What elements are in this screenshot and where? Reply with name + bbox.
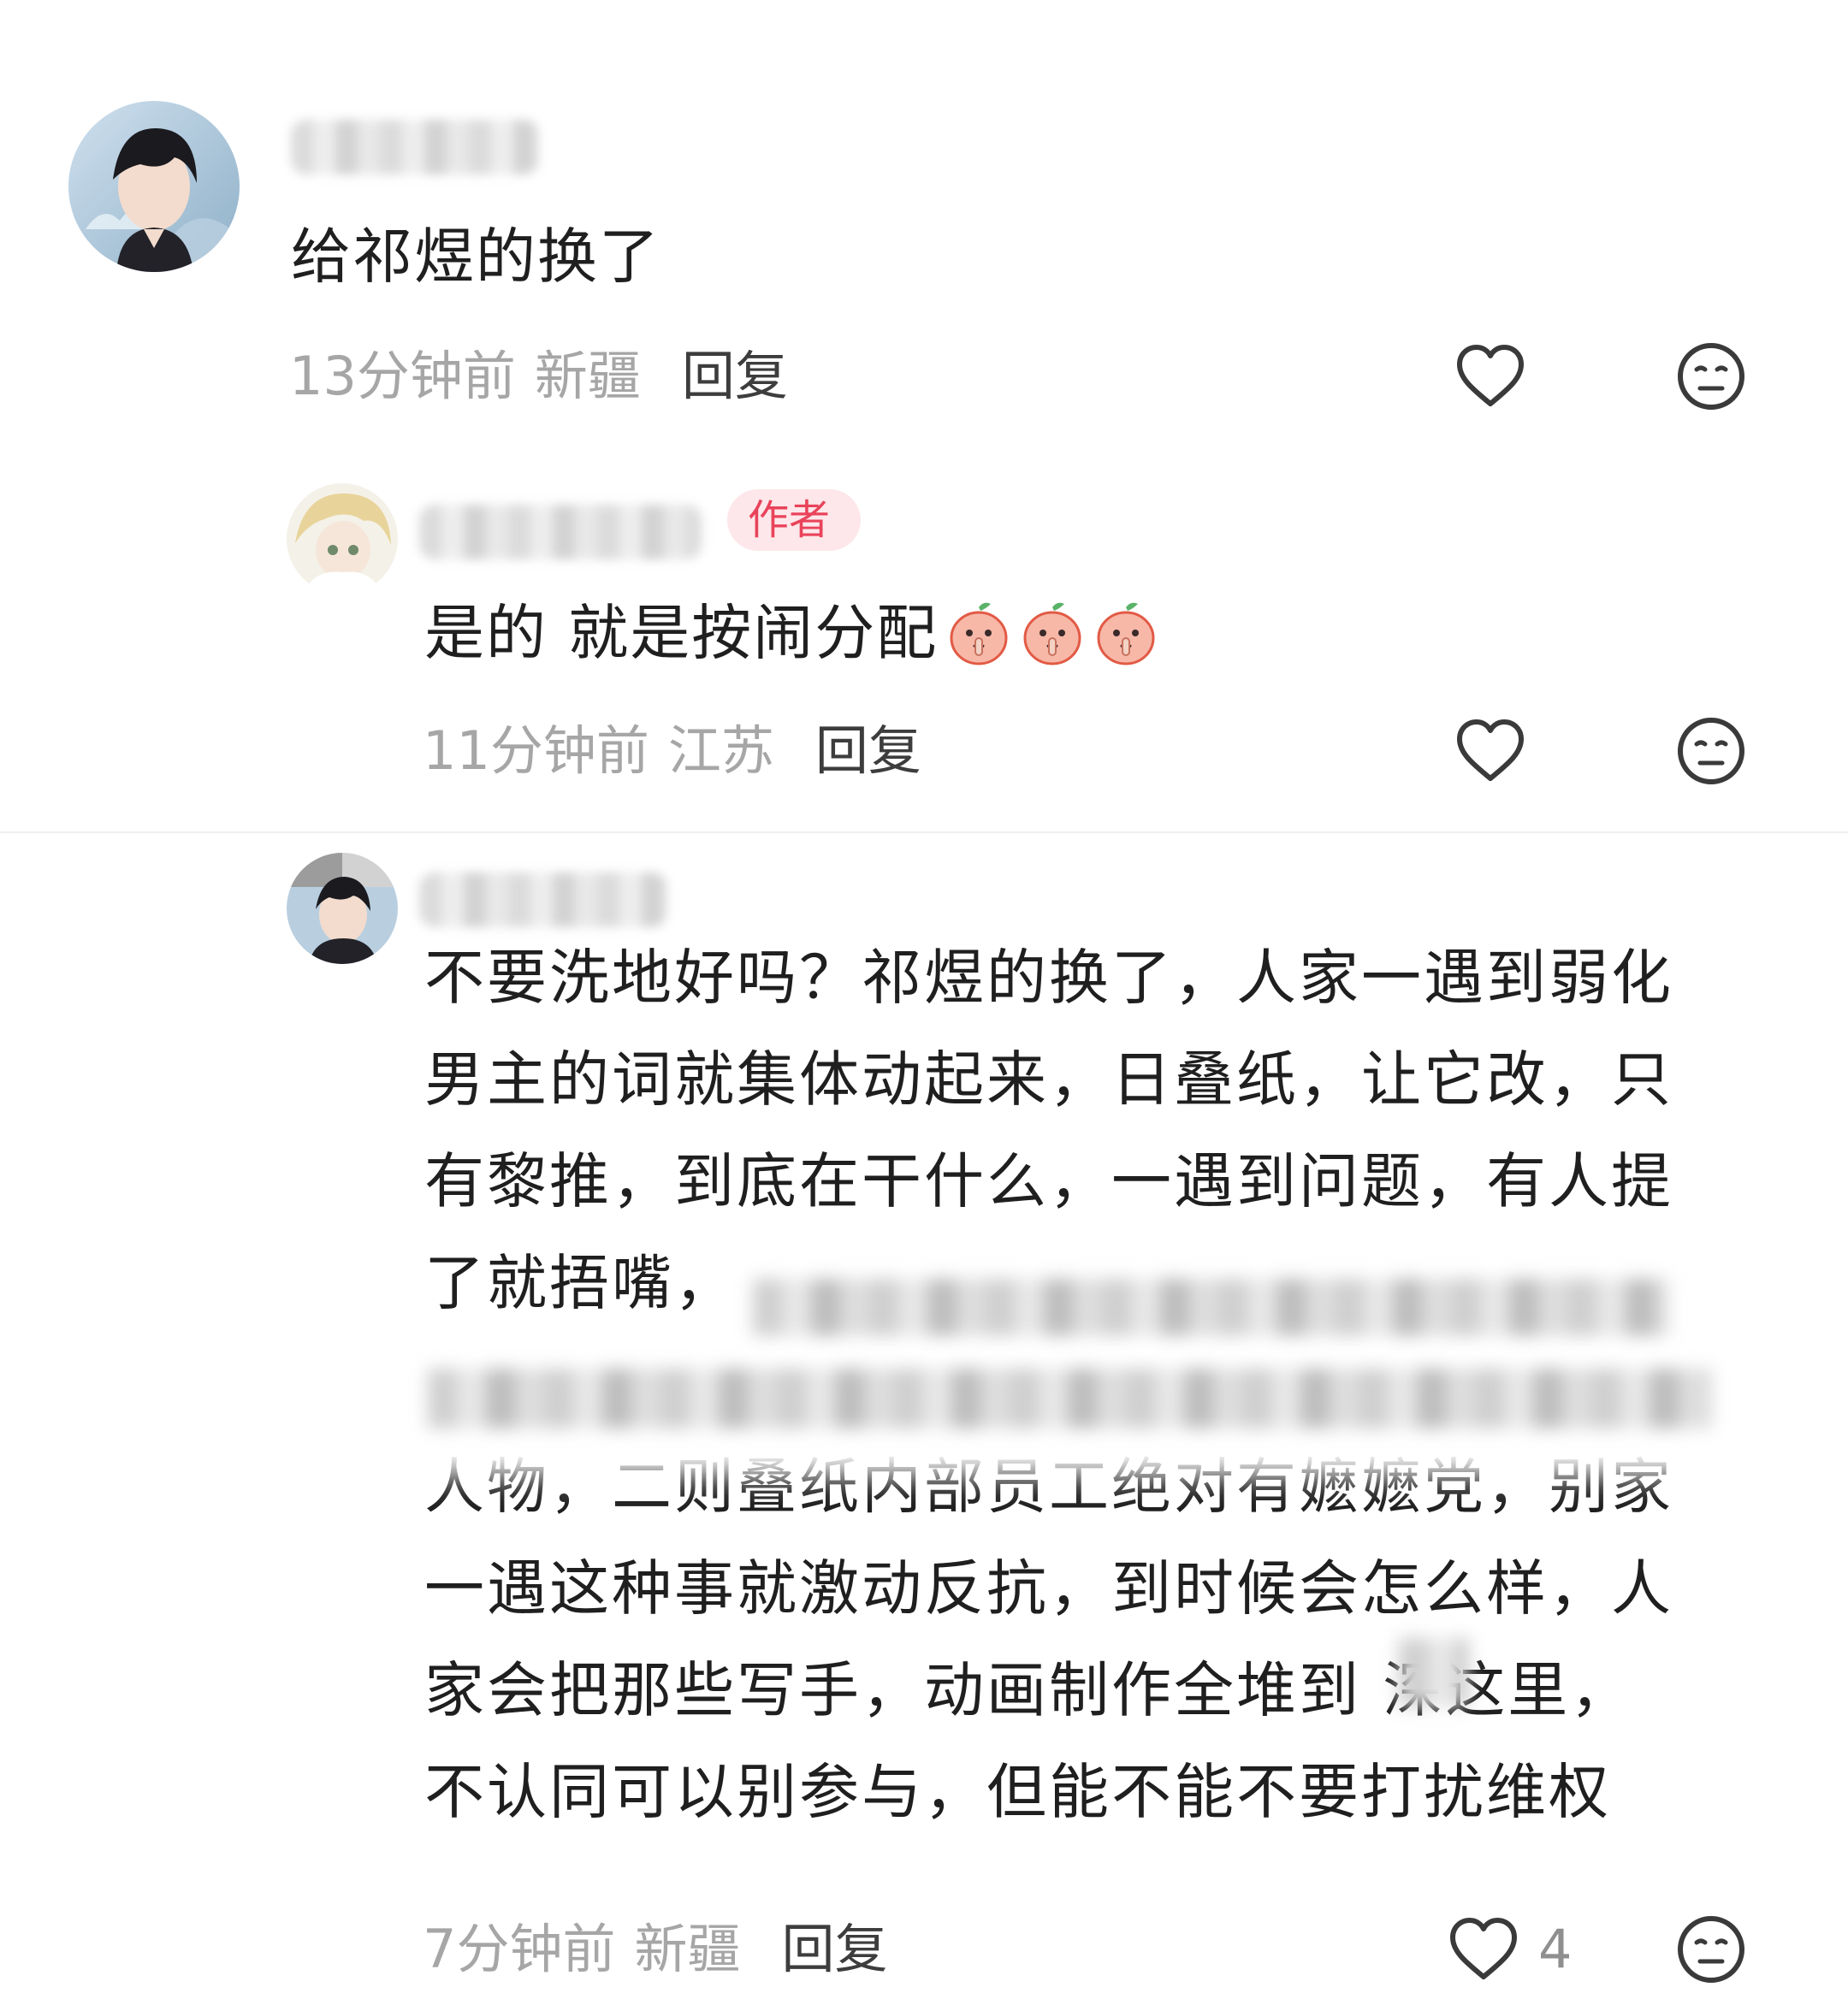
dislike-button[interactable] bbox=[1675, 1913, 1747, 1985]
comment-meta: 11分钟前 江苏 回复 bbox=[423, 720, 921, 782]
avatar[interactable] bbox=[287, 483, 398, 594]
redacted-text bbox=[1399, 1638, 1467, 1706]
username-blurred[interactable] bbox=[419, 872, 667, 927]
like-count: 4 bbox=[1538, 1918, 1573, 1980]
comment-2: 作者 是的 就是按闹分配 11分钟前 江苏 回复 bbox=[0, 445, 1848, 830]
peach-shush-emoji bbox=[1023, 602, 1081, 665]
heart-outline-icon bbox=[1457, 719, 1524, 781]
comment-time: 13分钟前 bbox=[289, 345, 516, 407]
comment-location: 江苏 bbox=[667, 719, 774, 782]
author-badge: 作者 bbox=[727, 489, 862, 551]
comment-location: 新疆 bbox=[534, 345, 641, 407]
comment-location: 新疆 bbox=[634, 1918, 741, 1980]
comment-text-line: 有黎推，到底在干什么，一遇到问题，有人提 bbox=[424, 1146, 1673, 1216]
redacted-text bbox=[753, 1279, 1668, 1339]
comment-text: 是的 就是按闹分配 bbox=[424, 599, 1158, 667]
comment-text-line: 不认同可以别参与，但能不能不要打扰维权 bbox=[424, 1757, 1611, 1827]
dislike-button[interactable] bbox=[1675, 340, 1747, 412]
heart-outline-icon bbox=[1450, 1918, 1517, 1979]
comment-time: 11分钟前 bbox=[423, 719, 649, 782]
comment-meta: 13分钟前 新疆 回复 bbox=[289, 346, 788, 407]
reply-button[interactable]: 回复 bbox=[781, 1918, 887, 1980]
like-button[interactable] bbox=[1454, 340, 1526, 412]
comment-text-content: 是的 就是按闹分配 bbox=[424, 598, 939, 668]
neutral-face-icon bbox=[1678, 718, 1744, 784]
peach-shush-emoji bbox=[1097, 602, 1155, 665]
divider bbox=[0, 831, 1848, 833]
like-button[interactable] bbox=[1448, 1913, 1519, 1985]
like-button[interactable] bbox=[1454, 715, 1526, 787]
reply-button[interactable]: 回复 bbox=[815, 719, 921, 782]
comment-text: 给祁煜的换了 bbox=[291, 222, 660, 292]
avatar[interactable] bbox=[68, 101, 240, 272]
neutral-face-icon bbox=[1678, 343, 1744, 410]
peach-shush-emoji bbox=[950, 602, 1008, 665]
comment-meta: 7分钟前 新疆 回复 bbox=[423, 1919, 887, 1980]
comment-time: 7分钟前 bbox=[423, 1918, 616, 1980]
username-blurred[interactable] bbox=[419, 505, 702, 559]
redacted-text bbox=[428, 1369, 1711, 1428]
dislike-button[interactable] bbox=[1675, 715, 1747, 787]
comment-text-line: 男主的词就集体动起来，日叠纸，让它改，只 bbox=[424, 1044, 1673, 1115]
reply-button[interactable]: 回复 bbox=[682, 345, 788, 407]
comment-3: 不要洗地好吗？祁煜的换了，人家一遇到弱化 男主的词就集体动起来，日叠纸，让它改，… bbox=[0, 834, 1848, 2005]
neutral-face-icon bbox=[1678, 1916, 1744, 1983]
heart-outline-icon bbox=[1457, 345, 1524, 406]
comment-text-line: 家会把那些写手，动画制作全堆到 深这里， bbox=[424, 1655, 1633, 1725]
comment-1: 给祁煜的换了 13分钟前 新疆 回复 bbox=[0, 0, 1848, 445]
username-blurred[interactable] bbox=[291, 120, 539, 174]
comment-text-line: 不要洗地好吗？祁煜的换了，人家一遇到弱化 bbox=[424, 943, 1673, 1013]
avatar[interactable] bbox=[287, 853, 398, 964]
comment-text-line: 一遇这种事就激动反抗，到时候会怎么样，人 bbox=[424, 1553, 1673, 1624]
